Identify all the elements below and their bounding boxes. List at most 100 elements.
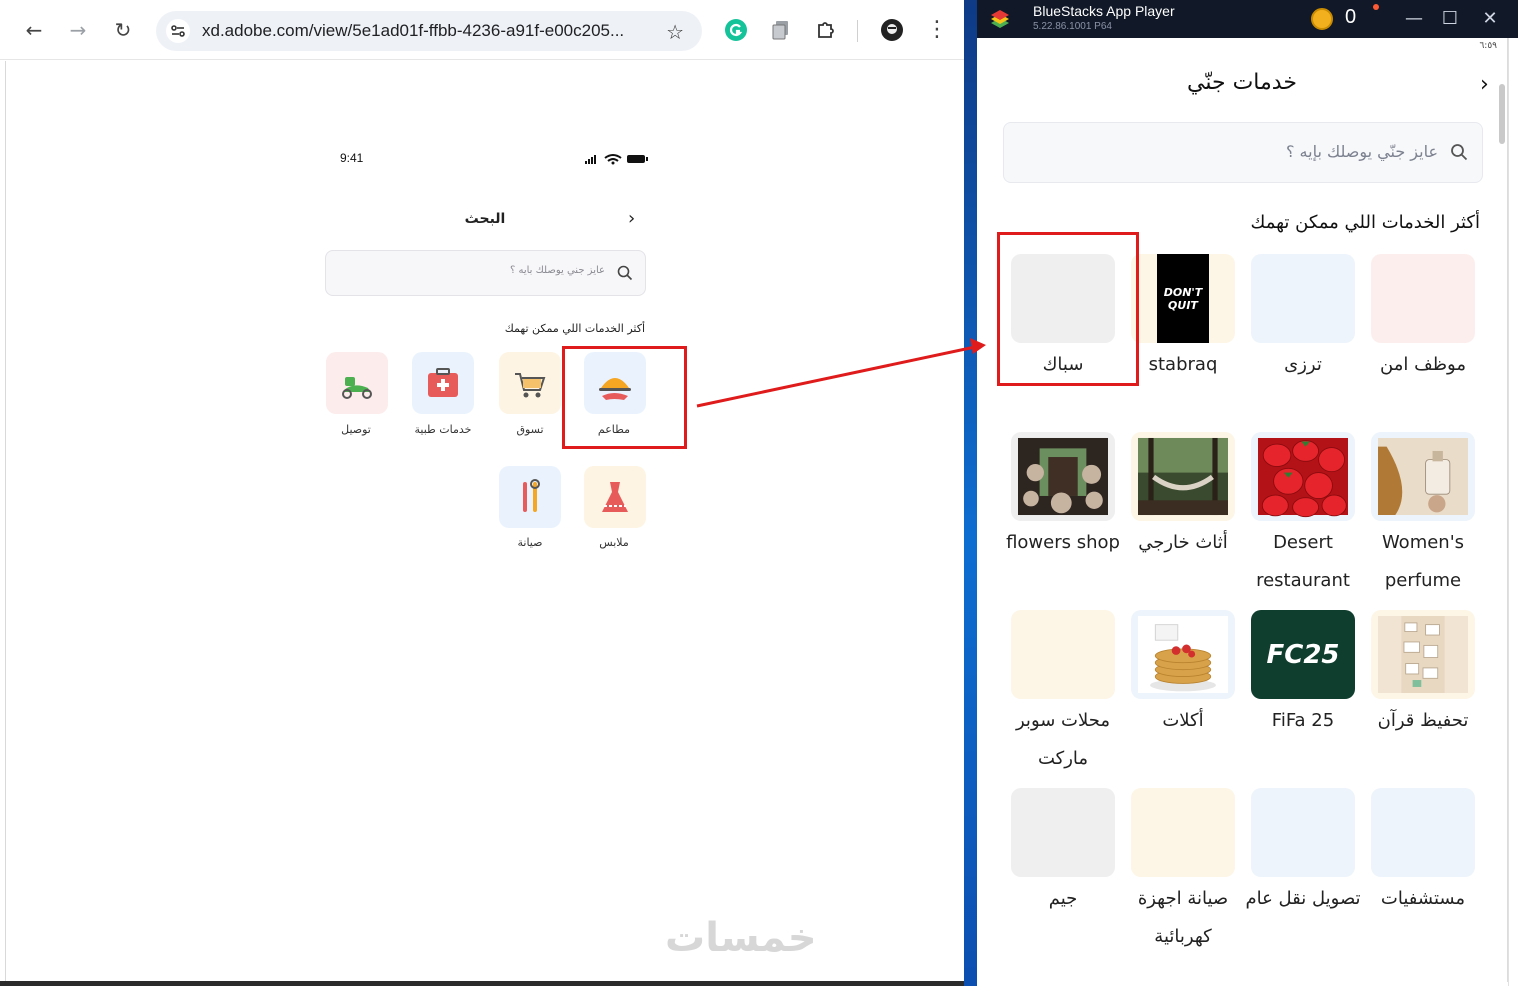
service-tile[interactable] <box>1251 788 1355 877</box>
scrollbar[interactable] <box>1499 84 1505 144</box>
bookmark-star-icon[interactable]: ☆ <box>666 20 684 44</box>
service-tile[interactable] <box>1371 788 1475 877</box>
service-tile-label: موظف امن <box>1380 354 1466 375</box>
page-edge <box>0 61 6 981</box>
highlight-box-plumber <box>997 232 1139 386</box>
phone-status-icons <box>585 154 648 165</box>
phone-time: 9:41 <box>340 151 364 165</box>
bluestacks-app-name: BlueStacks App Player <box>1033 3 1175 19</box>
service-tile[interactable] <box>1131 788 1235 877</box>
service-label: ملابس <box>599 536 629 549</box>
service-tile[interactable] <box>1371 254 1475 343</box>
profile-avatar-icon[interactable] <box>880 18 904 42</box>
minimize-button[interactable]: — <box>1401 6 1427 32</box>
service-tile[interactable] <box>1011 432 1115 521</box>
service-tile[interactable] <box>1131 432 1235 521</box>
site-info-icon[interactable] <box>166 19 190 43</box>
bluestacks-logo-icon <box>991 10 1009 28</box>
first-aid-icon <box>428 368 458 397</box>
service-tile-label: stabraq <box>1148 354 1218 375</box>
service-label: خدمات طبية <box>414 423 472 436</box>
bluestacks-version: 5.22.86.1001 P64 <box>1033 21 1112 32</box>
service-tile-maintenance[interactable] <box>499 466 561 528</box>
service-image <box>1258 437 1348 518</box>
screen: ← → ↻ xd.adobe.com/view/5e1ad01f-ffbb-42… <box>0 0 1518 986</box>
service-tile-delivery[interactable] <box>326 352 388 414</box>
reload-button[interactable]: ↻ <box>108 15 138 45</box>
phone-page-title: البحث <box>464 211 506 227</box>
taskbar <box>0 981 964 986</box>
bluestacks-window: BlueStacks App Player 5.22.86.1001 P64 0… <box>977 0 1518 986</box>
service-image <box>1138 615 1228 694</box>
service-tile-label: أثاث خارجي <box>1138 532 1228 553</box>
service-image <box>1138 437 1228 516</box>
service-tile[interactable] <box>1251 432 1355 521</box>
service-tile-label: صيانة اجهزة كهربائية <box>1137 888 1229 947</box>
forward-button[interactable]: → <box>63 15 93 45</box>
service-image: FC25 <box>1251 610 1355 699</box>
grammarly-extension-icon[interactable] <box>724 18 748 42</box>
service-tile-label: ترزى <box>1284 354 1322 375</box>
service-tile-label: Desert restaurant <box>1256 532 1350 591</box>
notification-dot <box>1373 4 1379 10</box>
service-label: توصيل <box>341 423 371 436</box>
service-image <box>1378 615 1468 694</box>
highlight-box-restaurants <box>562 346 687 449</box>
chrome-menu-button[interactable]: ⋮ <box>922 15 952 45</box>
phone-search-input[interactable]: عايز جني يوصلك بايه ؟ <box>325 250 646 296</box>
tools-icon <box>523 479 540 512</box>
coin-count: 0 <box>1345 6 1357 28</box>
phone-search-placeholder: عايز جني يوصلك بايه ؟ <box>509 265 605 276</box>
service-image <box>1018 437 1108 516</box>
close-button[interactable]: ✕ <box>1477 6 1503 32</box>
service-tile-label: Women's perfume <box>1381 532 1465 591</box>
chrome-window: ← → ↻ xd.adobe.com/view/5e1ad01f-ffbb-42… <box>0 0 964 986</box>
service-tile-label: FiFa 25 <box>1271 710 1335 731</box>
service-tile-label: محلات سوبر ماركت <box>1016 710 1110 769</box>
service-tile[interactable] <box>1371 610 1475 699</box>
search-icon <box>1451 144 1468 161</box>
phone-section-title: أكثر الخدمات اللي ممكن تهمك <box>504 322 645 335</box>
cart-icon <box>515 373 546 398</box>
scooter-icon <box>342 377 372 399</box>
desktop-background <box>964 0 977 986</box>
service-tile-label: جيم <box>1048 888 1078 909</box>
toolbar-divider <box>857 20 858 42</box>
bluestacks-titlebar: BlueStacks App Player 5.22.86.1001 P64 0… <box>977 0 1518 38</box>
service-tile-label: مستشفيات <box>1380 888 1466 909</box>
service-tile[interactable] <box>1011 788 1115 877</box>
app-search-input[interactable]: عايز جنّي يوصلك بإيه ؟ <box>1003 122 1483 183</box>
service-tile-label: flowers shop <box>1006 532 1120 553</box>
extensions-puzzle-icon[interactable] <box>814 18 838 42</box>
browser-toolbar: ← → ↻ xd.adobe.com/view/5e1ad01f-ffbb-42… <box>0 0 964 60</box>
android-status-time: ٦:٥٩ <box>1479 41 1497 51</box>
service-image <box>1378 437 1468 516</box>
copy-extension-icon[interactable] <box>769 18 793 42</box>
maximize-button[interactable]: ☐ <box>1437 6 1463 32</box>
android-app-screen: ٦:٥٩ خدمات جنّي › عايز جنّي يوصلك بإيه ؟… <box>977 38 1508 982</box>
service-tile[interactable] <box>1371 432 1475 521</box>
service-label: صيانة <box>517 536 543 549</box>
address-bar[interactable]: xd.adobe.com/view/5e1ad01f-ffbb-4236-a91… <box>156 11 702 51</box>
service-tile[interactable] <box>1011 610 1115 699</box>
service-tile[interactable] <box>1251 254 1355 343</box>
back-chevron-icon[interactable]: › <box>1480 72 1489 97</box>
service-tile[interactable] <box>1131 610 1235 699</box>
service-tile-clothes[interactable] <box>584 466 646 528</box>
app-section-title: أكثر الخدمات اللي ممكن تهمك <box>1250 212 1480 233</box>
service-tile-label: تصويل نقل عام <box>1245 888 1361 909</box>
service-tile[interactable]: FC25 <box>1251 610 1355 699</box>
watermark-text: خمسات <box>665 915 817 961</box>
service-tile-medical[interactable] <box>412 352 474 414</box>
service-tile-shopping[interactable] <box>499 352 561 414</box>
coin-icon[interactable] <box>1311 8 1333 30</box>
dress-icon <box>602 482 628 512</box>
search-icon <box>617 265 633 281</box>
app-page-title: خدمات جنّي <box>1187 70 1297 95</box>
app-search-placeholder: عايز جنّي يوصلك بإيه ؟ <box>1285 142 1438 161</box>
service-tile-label: تحفيظ قرآن <box>1377 710 1469 731</box>
service-image: DON'T QUIT <box>1157 254 1209 343</box>
phone-back-chevron-icon[interactable]: › <box>628 208 635 229</box>
back-button[interactable]: ← <box>19 15 49 45</box>
service-tile[interactable]: DON'T QUIT <box>1131 254 1235 343</box>
